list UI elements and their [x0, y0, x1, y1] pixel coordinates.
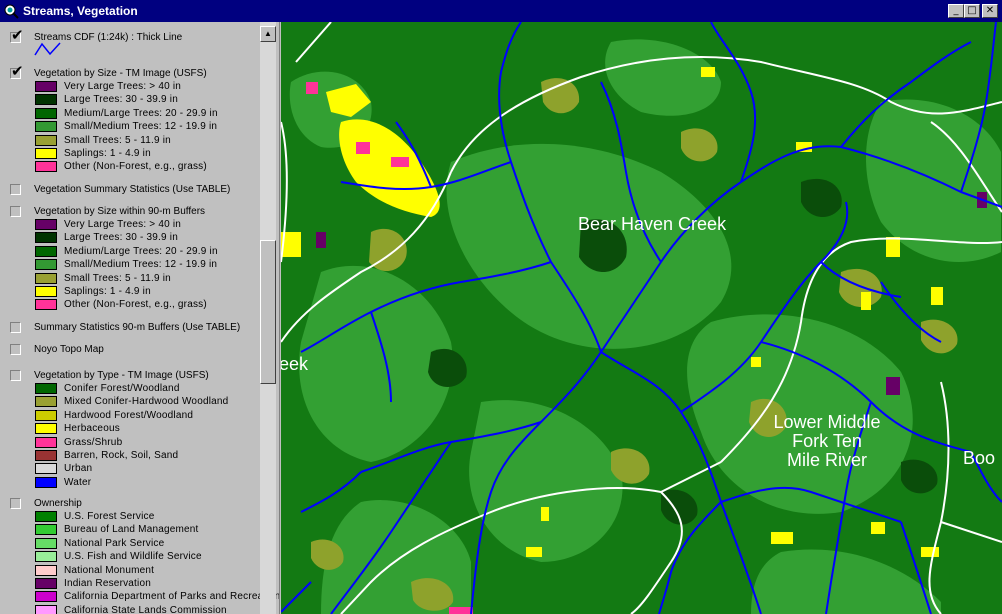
legend-color-swatch[interactable]	[35, 245, 57, 257]
legend-color-swatch[interactable]	[35, 511, 57, 522]
theme-label: Summary Statistics 90-m Buffers (Use TAB…	[34, 322, 241, 333]
minimize-button[interactable]: _	[948, 4, 964, 18]
legend-class-label: Very Large Trees: > 40 in	[64, 81, 182, 92]
theme-label: Vegetation Summary Statistics (Use TABLE…	[34, 184, 231, 195]
legend-color-swatch[interactable]	[35, 476, 57, 488]
legend-class-label: Medium/Large Trees: 20 - 29.9 in	[64, 107, 218, 119]
legend-class-label: Saplings: 1 - 4.9 in	[64, 286, 151, 297]
legend-class-label: Small/Medium Trees: 12 - 19.9 in	[64, 121, 218, 133]
minimize-icon: _	[953, 5, 959, 16]
legend-color-swatch[interactable]	[35, 436, 57, 448]
legend-color-swatch[interactable]	[35, 604, 57, 614]
legend-color-swatch[interactable]	[35, 94, 57, 106]
legend-class-label: National Monument	[64, 564, 155, 576]
legend-color-swatch[interactable]	[35, 564, 57, 576]
theme-visibility-checkbox[interactable]	[10, 498, 21, 509]
legend-class-label: Large Trees: 30 - 39.9 in	[64, 94, 178, 106]
legend-color-swatch[interactable]	[35, 551, 57, 563]
map-label-bear-haven-creek: Bear Haven Creek	[578, 214, 727, 234]
legend-class-label: Bureau of Land Management	[64, 524, 199, 536]
theme-label: Vegetation by Size within 90-m Buffers	[34, 206, 206, 217]
legend-color-swatch[interactable]	[35, 107, 57, 119]
theme-label: Vegetation by Type - TM Image (USFS)	[34, 370, 209, 381]
legend-class-label: Indian Reservation	[64, 578, 151, 589]
title-bar: Streams, Vegetation _ □ ✕	[0, 0, 1002, 22]
legend-color-swatch[interactable]	[35, 148, 57, 159]
legend-color-swatch[interactable]	[35, 450, 57, 461]
legend-color-swatch[interactable]	[35, 299, 57, 311]
theme-visibility-checkbox[interactable]	[10, 322, 21, 333]
legend-class-label: National Park Service	[64, 537, 165, 549]
map-view[interactable]: Bear Haven Creek Lower Middle Fork Ten M…	[281, 22, 1002, 614]
legend-color-swatch[interactable]	[35, 423, 57, 435]
legend-panel: ✔ Streams CDF (1:24k) : Thick Line ✔ Veg…	[0, 22, 280, 614]
legend-class-label: California State Lands Commission	[64, 604, 227, 614]
legend-class-label: Hardwood Forest/Woodland	[64, 409, 194, 421]
theme-visibility-checkbox[interactable]	[10, 344, 21, 355]
legend-scrollbar[interactable]: ▲	[260, 22, 276, 614]
legend-color-swatch[interactable]	[35, 409, 57, 421]
legend-color-swatch[interactable]	[35, 578, 57, 589]
legend-class-label: Large Trees: 30 - 39.9 in	[64, 232, 178, 244]
legend-color-swatch[interactable]	[35, 161, 57, 173]
legend-color-swatch[interactable]	[35, 537, 57, 549]
legend-class-label: Mixed Conifer-Hardwood Woodland	[64, 396, 229, 408]
legend-color-swatch[interactable]	[35, 219, 57, 230]
legend-color-swatch[interactable]	[35, 81, 57, 92]
legend-color-swatch[interactable]	[35, 286, 57, 297]
map-label-boo-partial: Boo	[963, 448, 996, 468]
legend-color-swatch[interactable]	[35, 134, 57, 146]
legend-class-label: Other (Non-Forest, e.g., grass)	[64, 161, 207, 173]
map-label-fork-ten: Fork Ten	[792, 431, 862, 451]
legend-color-swatch[interactable]	[35, 463, 57, 475]
arrow-up-icon: ▲	[264, 29, 272, 38]
legend-class-label: U.S. Forest Service	[64, 511, 155, 522]
theme-label: Ownership	[34, 498, 82, 509]
map-label-mile-river: Mile River	[786, 450, 867, 470]
legend-class-label: Very Large Trees: > 40 in	[64, 219, 182, 230]
legend-class-label: Barren, Rock, Soil, Sand	[64, 450, 179, 461]
legend-class-label: Urban	[64, 463, 93, 475]
legend-color-swatch[interactable]	[35, 232, 57, 244]
legend-class-label: Other (Non-Forest, e.g., grass)	[64, 299, 207, 311]
map-label-creek-partial: eek	[281, 354, 309, 374]
maximize-button[interactable]: □	[964, 4, 980, 18]
legend-color-swatch[interactable]	[35, 591, 57, 603]
scroll-thumb[interactable]	[260, 240, 276, 384]
legend-class-label: Medium/Large Trees: 20 - 29.9 in	[64, 245, 218, 257]
legend-class-label: Herbaceous	[64, 423, 120, 435]
checkmark-icon: ✔	[11, 26, 24, 44]
legend-color-swatch[interactable]	[35, 272, 57, 284]
legend-class-label: Conifer Forest/Woodland	[64, 383, 180, 394]
theme-label: Noyo Topo Map	[34, 344, 104, 355]
checkmark-icon: ✔	[11, 62, 24, 80]
maximize-icon: □	[967, 5, 977, 16]
legend-color-swatch[interactable]	[35, 259, 57, 271]
legend-class-label: Grass/Shrub	[64, 436, 123, 448]
legend-color-swatch[interactable]	[35, 121, 57, 133]
theme-visibility-checkbox[interactable]	[10, 370, 21, 381]
arcview-app-icon[interactable]	[3, 3, 19, 19]
legend-class-label: California Department of Parks and Recre…	[64, 591, 280, 603]
legend-color-swatch[interactable]	[35, 383, 57, 394]
legend-class-label: Water	[64, 476, 92, 488]
legend-color-swatch[interactable]	[35, 524, 57, 536]
theme-visibility-checkbox[interactable]	[10, 206, 21, 217]
legend-class-label: Small Trees: 5 - 11.9 in	[64, 134, 171, 146]
close-button[interactable]: ✕	[982, 4, 998, 18]
map-canvas[interactable]	[281, 22, 1002, 614]
legend-color-swatch[interactable]	[35, 396, 57, 408]
close-icon: ✕	[985, 5, 995, 16]
legend-class-label: Small/Medium Trees: 12 - 19.9 in	[64, 259, 218, 271]
theme-visibility-checkbox[interactable]	[10, 184, 21, 195]
window-title: Streams, Vegetation	[23, 4, 138, 18]
legend-class-label: Saplings: 1 - 4.9 in	[64, 148, 151, 159]
legend-class-label: U.S. Fish and Wildlife Service	[64, 551, 202, 563]
theme-label: Vegetation by Size - TM Image (USFS)	[34, 68, 207, 79]
scroll-up-button[interactable]: ▲	[260, 26, 276, 42]
legend-class-label: Small Trees: 5 - 11.9 in	[64, 272, 171, 284]
stream-line-symbol-icon	[34, 42, 61, 56]
map-label-lower-middle: Lower Middle	[773, 412, 881, 432]
